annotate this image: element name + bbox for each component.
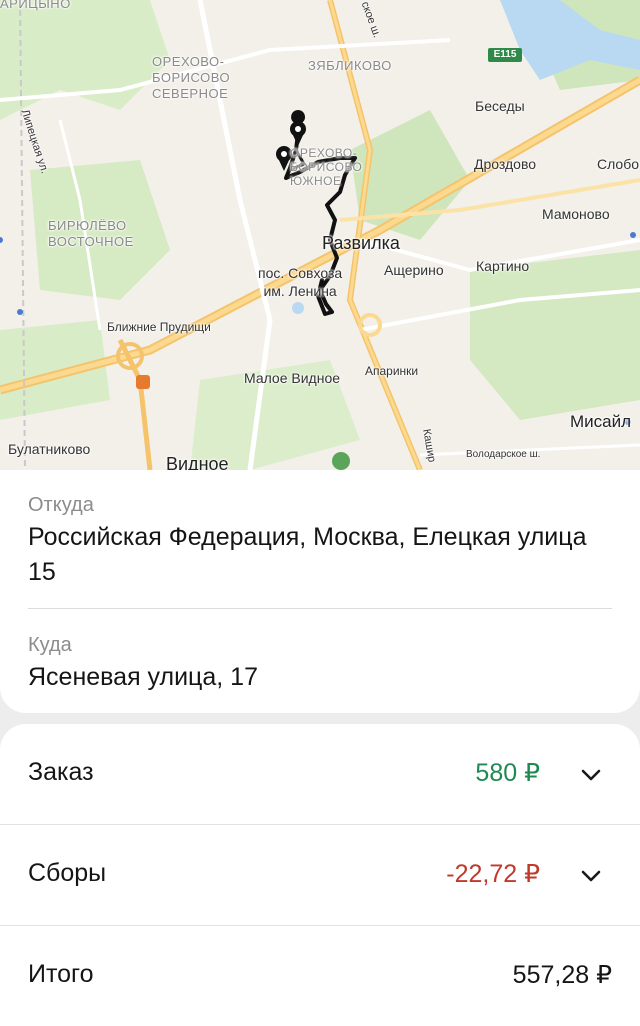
road-badge-e115: E115 [488, 48, 522, 62]
address-divider [28, 608, 612, 609]
map-label-volodarskoe: Володарское ш. [466, 449, 541, 460]
map-label-drozdovo: Дроздово [474, 156, 537, 172]
chevron-down-icon[interactable] [580, 865, 602, 887]
map-label-biryulyovo: БИРЮЛЁВО ВОСТОЧНОЕ [48, 218, 134, 249]
map-label-orekhovo-south: ОРЕХОВО- БОРИСОВО ЮЖНОЕ [290, 146, 363, 188]
map-label-misay: Мисайл [570, 412, 632, 431]
map-label-blizhnie: Ближние Прудищи [107, 320, 211, 334]
order-label: Заказ [28, 758, 94, 786]
total-amount: 557,28 ₽ [512, 961, 612, 989]
route-map[interactable]: АРИЦЫНО ОРЕХОВО- БОРИСОВО СЕВЕРНОЕ ЗЯБЛИ… [0, 0, 640, 470]
order-amount: 580 ₽ [475, 759, 540, 787]
to-address[interactable]: Ясеневая улица, 17 [28, 660, 608, 695]
fees-label: Сборы [28, 859, 107, 887]
map-label-slobo: Слобо [597, 156, 640, 172]
map-label-zyablikovo: ЗЯБЛИКОВО [308, 58, 392, 73]
total-row: Итого 557,28 ₽ [0, 926, 640, 1026]
map-label-orekhovo-north: ОРЕХОВО- БОРИСОВО СЕВЕРНОЕ [152, 54, 231, 101]
map-label-sovkhoz: пос. Совхоза им. Ленина [258, 265, 343, 299]
chevron-down-icon[interactable] [580, 764, 602, 786]
map-label-caricyno: АРИЦЫНО [0, 0, 71, 11]
map-label-besedy: Беседы [475, 98, 525, 114]
map-label-razvilka: Развилка [322, 233, 400, 253]
order-row[interactable]: Заказ 580 ₽ [0, 724, 640, 824]
map-label-maloe: Малое Видное [244, 370, 341, 386]
total-label: Итого [28, 960, 94, 988]
fees-amount: -22,72 ₽ [446, 860, 540, 888]
map-label-kartino: Картино [476, 258, 530, 274]
address-card: Откуда Российская Федерация, Москва, Еле… [0, 470, 640, 713]
from-label: Откуда [28, 494, 94, 516]
map-label-bulatnikovo: Булатниково [8, 441, 91, 457]
from-address[interactable]: Российская Федерация, Москва, Елецкая ул… [28, 520, 608, 590]
price-card: Заказ 580 ₽ Сборы -22,72 ₽ Итого 557,28 … [0, 724, 640, 1026]
map-label-ashcherino: Ащерино [384, 262, 444, 278]
to-label: Куда [28, 634, 72, 656]
map-label-aparinki: Апаринки [365, 364, 419, 378]
map-label-mamonovo: Мамоново [542, 206, 610, 222]
map-label-vidnoe: Видное [166, 454, 229, 470]
fees-row[interactable]: Сборы -22,72 ₽ [0, 825, 640, 925]
